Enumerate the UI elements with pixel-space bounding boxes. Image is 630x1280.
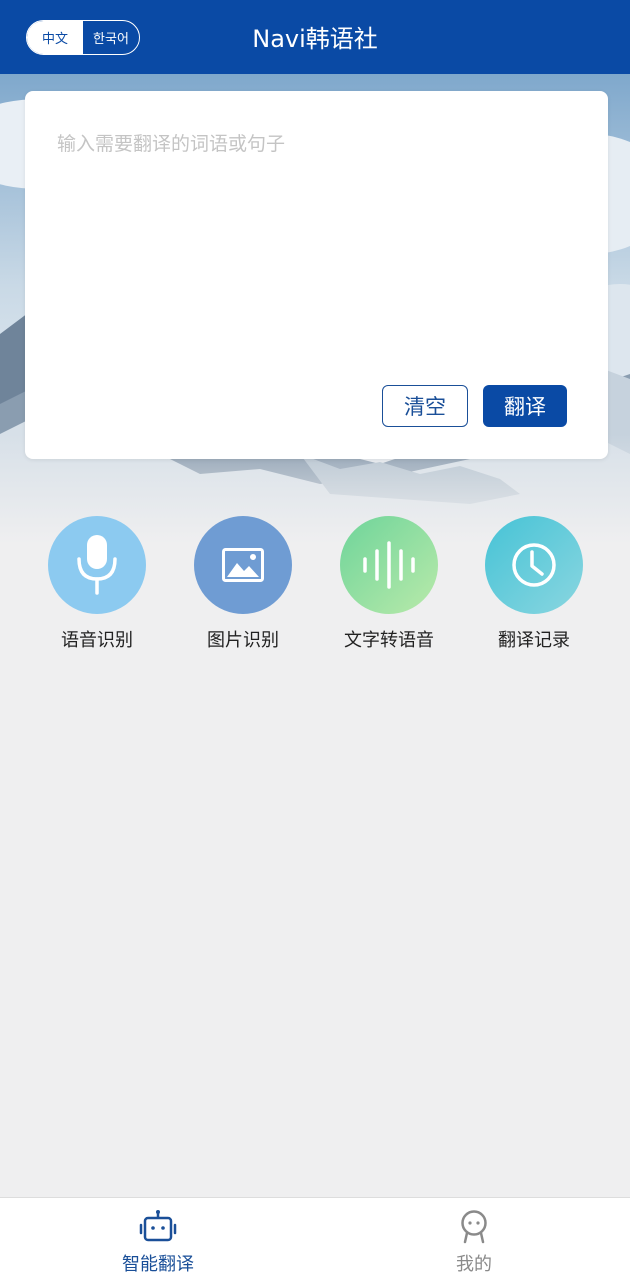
robot-icon	[139, 1210, 177, 1242]
translate-button[interactable]: 翻译	[483, 385, 567, 427]
feature-image-recognition[interactable]: 图片识别	[183, 516, 303, 652]
clock-icon	[512, 543, 556, 587]
feature-icon-circle[interactable]	[194, 516, 292, 614]
nav-item-smart-translate[interactable]: 智能翻译	[88, 1208, 228, 1276]
translation-input[interactable]	[57, 129, 577, 349]
nav-label: 智能翻译	[122, 1254, 194, 1275]
microphone-icon	[77, 535, 117, 595]
feature-label: 图片识别	[207, 630, 279, 651]
feature-icon-circle[interactable]	[340, 516, 438, 614]
clear-button[interactable]: 清空	[382, 385, 468, 427]
image-icon	[222, 548, 264, 582]
bottom-nav: 智能翻译 我的	[0, 1197, 630, 1280]
feature-label: 文字转语音	[344, 630, 434, 651]
nav-item-mine[interactable]: 我的	[404, 1208, 544, 1276]
profile-face-icon	[461, 1210, 487, 1244]
feature-voice-recognition[interactable]: 语音识别	[37, 516, 157, 652]
nav-label: 我的	[456, 1254, 492, 1275]
feature-icon-circle[interactable]	[48, 516, 146, 614]
app-title: Navi韩语社	[252, 25, 378, 53]
feature-label: 翻译记录	[498, 630, 570, 651]
feature-translation-history[interactable]: 翻译记录	[474, 516, 594, 652]
feature-label: 语音识别	[61, 630, 133, 651]
app-header: 中文 한국어 Navi韩语社	[0, 0, 630, 74]
feature-text-to-speech[interactable]: 文字转语音	[329, 516, 449, 652]
feature-icon-circle[interactable]	[485, 516, 583, 614]
soundwave-icon	[363, 541, 415, 589]
translation-input-card: 清空 翻译	[25, 91, 608, 459]
